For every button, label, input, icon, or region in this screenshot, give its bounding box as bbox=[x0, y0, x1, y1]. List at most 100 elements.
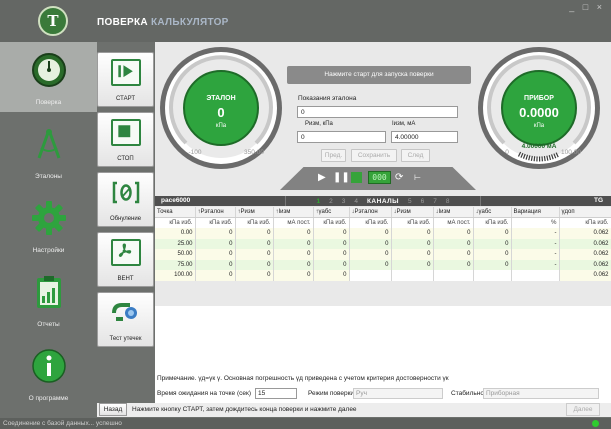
column-header[interactable]: γдоп bbox=[559, 207, 611, 218]
sidebar-item-label: Настройки bbox=[32, 247, 65, 254]
signal-control-icon[interactable]: ⊢ bbox=[414, 172, 421, 184]
mode-label: Режим поверки bbox=[308, 390, 355, 397]
column-header[interactable]: ↑Iизм bbox=[273, 207, 314, 218]
reference-readings-title: Показания эталона bbox=[298, 95, 357, 102]
point-counter-display: 000 bbox=[368, 171, 391, 184]
table-row[interactable]: 75.00 0 0 0 0 0 0 0 0 - 0.062 bbox=[155, 259, 611, 270]
sidebar-item-label: Эталоны bbox=[35, 173, 62, 180]
zero-button[interactable]: Обнуление bbox=[97, 172, 154, 227]
current-field[interactable]: 4.00000 bbox=[391, 131, 458, 143]
app-window: T ПОВЕРКА КАЛЬКУЛЯТОР _ □ × Поверка Этал… bbox=[0, 0, 611, 429]
table-cell: 0 bbox=[313, 270, 350, 281]
sidebar-item-about[interactable]: О программе bbox=[0, 338, 97, 408]
start-button[interactable]: СТАРТ bbox=[97, 52, 154, 107]
table-row[interactable]: 25.00 0 0 0 0 0 0 0 0 - 0.062 bbox=[155, 238, 611, 249]
channels-label: КАНАЛЫ bbox=[366, 197, 400, 205]
sidebar-item-label: О программе bbox=[28, 395, 69, 402]
column-header[interactable]: ↓γабс bbox=[473, 207, 512, 218]
channel-2[interactable]: 2 bbox=[329, 198, 333, 205]
next-button[interactable]: Далее bbox=[566, 403, 600, 416]
reference-value-field[interactable]: 0 bbox=[297, 106, 458, 118]
play-control-icon[interactable]: ▶ bbox=[318, 172, 326, 184]
table-row[interactable]: 0.00 0 0 0 0 0 0 0 0 - 0.062 bbox=[155, 228, 611, 239]
column-header[interactable]: ↓Pэталон bbox=[349, 207, 392, 218]
channel-4[interactable]: 4 bbox=[354, 198, 358, 205]
units-row: кПа изб. кПа изб. кПа изб. мА пост. кПа … bbox=[155, 217, 611, 228]
start-button-label: СТАРТ bbox=[116, 96, 135, 102]
back-button[interactable]: Назад bbox=[99, 403, 127, 416]
table-header-row: Точка ↑Pэталон ↑Pизм ↑Iизм ↑γабс ↓Pэтало… bbox=[155, 207, 611, 218]
unit-cell: мА пост. bbox=[433, 217, 474, 228]
table-cell: 0 bbox=[349, 228, 392, 239]
tg-label: TG bbox=[593, 197, 603, 204]
column-header[interactable]: Точка bbox=[155, 207, 196, 218]
table-cell: 0 bbox=[273, 228, 314, 239]
table-row[interactable]: 100.00 0 0 0 0 0.062 bbox=[155, 270, 611, 281]
table-cell: 0 bbox=[313, 228, 350, 239]
sidebar-item-settings[interactable]: Настройки bbox=[0, 190, 97, 260]
device-gauge-unit: кПа bbox=[534, 123, 545, 129]
sidebar-item-standards[interactable]: Эталоны bbox=[0, 116, 97, 186]
save-point-button[interactable]: Сохранить bbox=[351, 149, 397, 162]
channel-8[interactable]: 8 bbox=[446, 198, 450, 205]
table-cell: 0 bbox=[349, 249, 392, 260]
table-cell bbox=[473, 270, 512, 281]
vent-button[interactable]: ВЕНТ bbox=[97, 232, 154, 287]
column-header[interactable]: ↑γабс bbox=[313, 207, 350, 218]
channel-3[interactable]: 3 bbox=[342, 198, 346, 205]
reference-gauge-value: 0 bbox=[217, 105, 224, 120]
stability-select[interactable]: Приборная bbox=[483, 388, 599, 399]
stop-control-icon[interactable] bbox=[351, 172, 362, 183]
channel-6[interactable]: 6 bbox=[421, 198, 425, 205]
table-cell: 0 bbox=[433, 249, 474, 260]
pressure-label: Pизм, кПа bbox=[305, 121, 333, 127]
table-cell: 0 bbox=[235, 270, 274, 281]
prev-point-button[interactable]: Пред. bbox=[321, 149, 346, 162]
gauge-icon bbox=[32, 53, 66, 87]
channel-5[interactable]: 5 bbox=[408, 198, 412, 205]
column-header[interactable]: ↑Pэталон bbox=[195, 207, 236, 218]
device-gauge-current: 4.00000 мА bbox=[522, 143, 557, 150]
table-cell: 0 bbox=[473, 259, 512, 270]
window-controls[interactable]: _ □ × bbox=[569, 2, 605, 12]
tab-verification[interactable]: ПОВЕРКА bbox=[97, 17, 148, 28]
stop-button[interactable]: СТОП bbox=[97, 112, 154, 167]
table-cell bbox=[349, 270, 392, 281]
sidebar-item-reports[interactable]: Отчеты bbox=[0, 264, 97, 334]
next-point-button[interactable]: След bbox=[401, 149, 430, 162]
stop-button-label: СТОП bbox=[117, 156, 134, 162]
connection-status-indicator bbox=[592, 420, 599, 427]
table-row[interactable]: 50.00 0 0 0 0 0 0 0 0 - 0.062 bbox=[155, 249, 611, 260]
pause-control-icon[interactable]: ❚❚ bbox=[333, 172, 350, 184]
table-cell: 0 bbox=[473, 238, 512, 249]
channel-1[interactable]: 1 bbox=[316, 198, 320, 205]
column-header[interactable]: ↓Iизм bbox=[433, 207, 474, 218]
logo-letter: T bbox=[47, 12, 59, 30]
column-header[interactable]: Вариация bbox=[511, 207, 560, 218]
tab-calculator[interactable]: КАЛЬКУЛЯТОР bbox=[151, 17, 229, 28]
top-bar: T ПОВЕРКА КАЛЬКУЛЯТОР _ □ × bbox=[0, 0, 611, 42]
channel-7[interactable]: 7 bbox=[433, 198, 437, 205]
table-cell: 0 bbox=[195, 249, 236, 260]
column-header[interactable]: ↑Pизм bbox=[235, 207, 274, 218]
device-gauge-max: 100.00 bbox=[561, 149, 581, 156]
table-cell: 0 bbox=[313, 259, 350, 270]
unit-cell: % bbox=[511, 217, 560, 228]
column-header[interactable]: ↓Pизм bbox=[391, 207, 434, 218]
leak-test-icon bbox=[111, 299, 141, 326]
leak-test-button[interactable]: Тест утечек bbox=[97, 292, 154, 347]
unit-cell: кПа изб. bbox=[473, 217, 512, 228]
table-cell: 0 bbox=[273, 249, 314, 260]
refresh-control-icon[interactable]: ⟳ bbox=[395, 172, 403, 184]
table-cell: 0 bbox=[473, 228, 512, 239]
sidebar-item-verification[interactable]: Поверка bbox=[0, 42, 97, 112]
mode-select[interactable]: Руч bbox=[353, 388, 443, 399]
note-text: Примечание. γд=γк γ. Основная погрешност… bbox=[157, 375, 449, 382]
sidebar-item-label: Поверка bbox=[35, 99, 62, 106]
wait-time-input[interactable]: 15 bbox=[255, 388, 297, 399]
pressure-field[interactable]: 0 bbox=[297, 131, 386, 143]
table-cell: 0.00 bbox=[155, 228, 196, 239]
table-cell: 0 bbox=[433, 238, 474, 249]
table-cell: 0 bbox=[273, 259, 314, 270]
reference-gauge-unit: кПа bbox=[216, 123, 227, 129]
